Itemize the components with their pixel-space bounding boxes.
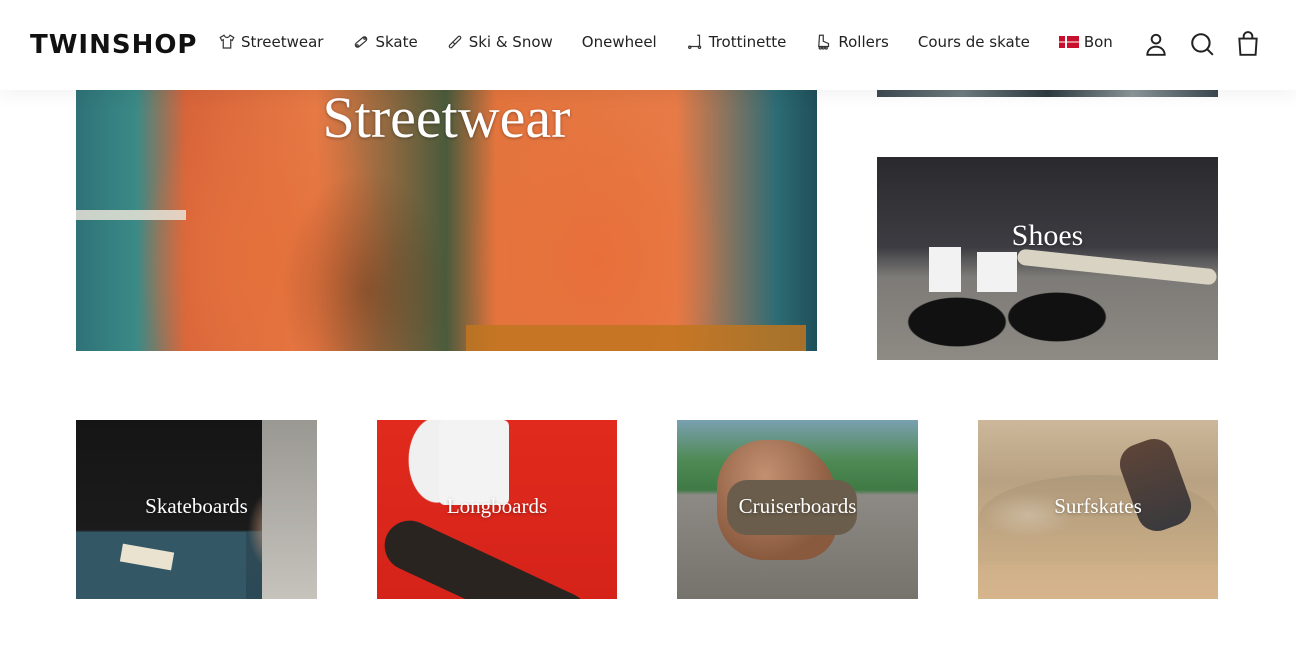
category-tile-streetwear[interactable]: Streetwear [76,90,817,351]
nav-label: Cours de skate [917,33,1030,51]
category-tile-cruiserboards[interactable]: Cruiserboards [677,420,918,599]
nav-label: Skate [375,33,418,51]
search-icon[interactable] [1189,31,1215,57]
nav-item-rollers[interactable]: Rollers [815,33,889,51]
roller-skate-icon [815,33,833,51]
header-actions [1143,31,1261,57]
sock-graphic [929,247,961,292]
nav-item-ski-snow[interactable]: Ski & Snow [446,33,553,51]
category-tile-shoes[interactable]: Shoes [877,157,1218,360]
category-tile-surfskates[interactable]: Surfskates [978,420,1218,599]
category-label: Surfskates [1054,494,1142,518]
skateboard-icon [352,33,370,51]
site-header: TWINSHOP Streetwear Skate Ski & Snow One… [0,0,1296,90]
category-label: Cruiserboards [738,494,857,518]
ski-icon [446,33,464,51]
shopping-bag-icon[interactable] [1235,31,1261,57]
category-label: Shoes [1011,219,1084,252]
pants-graphic [466,325,806,351]
category-label: Streetwear [322,90,571,150]
category-tile-partial[interactable] [877,90,1218,97]
skateboard-graphic [1016,248,1218,286]
category-tile-skateboards[interactable]: Skateboards [76,420,317,599]
nav-item-trottinette[interactable]: Trottinette [686,33,787,51]
nav-label: Ski & Snow [468,33,553,51]
nav-item-onewheel[interactable]: Onewheel [582,33,657,51]
site-logo[interactable]: TWINSHOP [30,30,198,60]
tshirt-icon [218,33,236,51]
category-label: Skateboards [145,494,248,518]
nav-label: Streetwear [241,33,324,51]
scooter-icon [686,33,704,51]
category-label: Longboards [446,494,548,518]
nav-item-cours-de-skate[interactable]: Cours de skate [918,33,1030,51]
sock-graphic [977,252,1017,292]
nav-label: Trottinette [708,33,787,51]
nav-item-streetwear[interactable]: Streetwear [218,33,323,51]
account-icon[interactable] [1143,31,1169,57]
category-tile-longboards[interactable]: Longboards [377,420,617,599]
nav-label: Onewheel [581,33,657,51]
main-nav: Streetwear Skate Ski & Snow Onewheel Tro… [218,33,1113,51]
bench-graphic [76,210,186,220]
nav-item-bon[interactable]: Bon [1058,33,1113,51]
nav-item-skate[interactable]: Skate [352,33,418,51]
shirt-graphic [439,420,509,505]
flag-icon [1058,36,1079,48]
nav-label: Rollers [838,33,889,51]
nav-label: Bon [1083,33,1113,51]
longboard-graphic [377,512,597,599]
